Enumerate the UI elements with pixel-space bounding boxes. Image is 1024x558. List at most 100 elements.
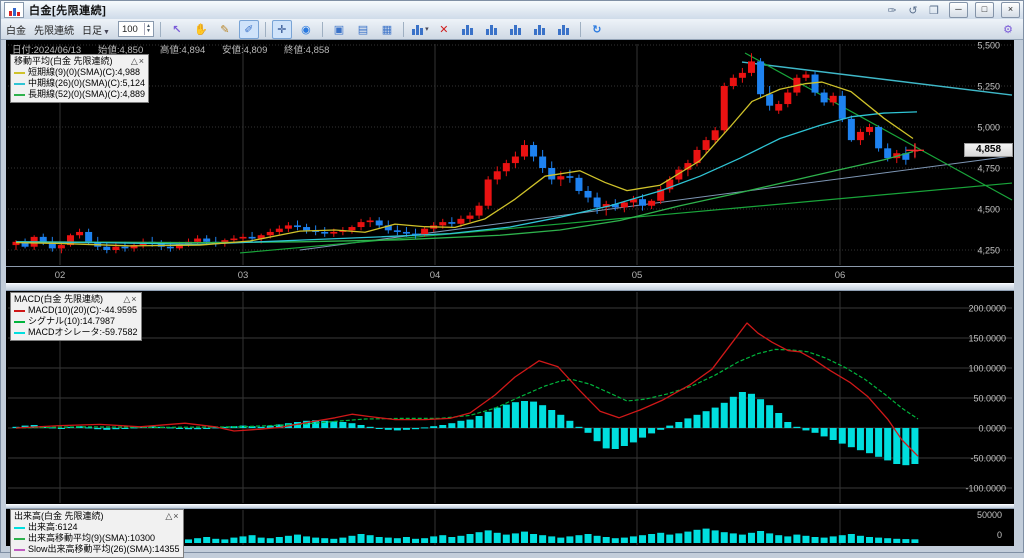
ma-long-label: 長期線(52)(0)(SMA)(C):4,889	[28, 89, 145, 100]
candle	[575, 178, 582, 191]
candle	[830, 96, 837, 103]
macd-osc-label: MACDオシレータ:-59.7582	[28, 327, 138, 338]
candle	[866, 127, 873, 132]
grid-2x2-button[interactable]: ▤	[353, 20, 373, 39]
select-tool-button[interactable]: ↖	[167, 20, 187, 39]
chevron-down-icon: ▼	[103, 29, 110, 36]
pin-icon[interactable]: ✑	[884, 4, 900, 17]
candle	[857, 132, 864, 140]
candle	[648, 201, 655, 206]
candle	[448, 222, 455, 224]
maximize-button[interactable]: □	[975, 2, 994, 18]
candle	[40, 237, 47, 242]
candle	[240, 237, 247, 239]
legend-close-button[interactable]: ×	[173, 511, 179, 521]
candle	[821, 93, 828, 103]
toolbar: 白金 先限連続 日足▼ 100 ▲▼ ↖ ✋ ✎ ✐ ✛ ◉ ▣ ▤ ▦ ▾ ✕…	[1, 19, 1023, 40]
svg-text:50.0000: 50.0000	[973, 394, 1006, 404]
candle	[439, 222, 446, 225]
legend-close-button[interactable]: ×	[139, 56, 145, 66]
svg-text:5,250: 5,250	[977, 82, 1000, 92]
candle	[730, 78, 737, 86]
candle	[784, 93, 791, 104]
compass-tool-button[interactable]: ◉	[296, 20, 316, 39]
chevron-down-icon: ▾	[425, 25, 429, 33]
chart-canvas[interactable]: 5,5005,2505,0004,7504,5004,250200.000015…	[0, 0, 1024, 553]
candle	[476, 206, 483, 216]
candle	[875, 127, 882, 148]
pan-tool-button[interactable]: ✋	[191, 20, 211, 39]
restore-layout-icon[interactable]: ↺	[905, 4, 921, 17]
candle	[566, 176, 573, 178]
candle	[194, 239, 201, 242]
candle	[585, 191, 592, 198]
remove-indicator-button[interactable]: ✕	[434, 20, 454, 39]
ma-long-swatch	[14, 94, 25, 96]
candle	[367, 220, 374, 222]
refresh-button[interactable]: ↻	[587, 20, 607, 39]
volume-ma26-label: Slow出来高移動平均(26)(SMA):14355	[28, 544, 180, 555]
legend-title: MACD(白金 先限連続)	[14, 294, 103, 305]
candle	[703, 140, 710, 150]
macd-line-swatch	[14, 310, 25, 312]
candle	[712, 130, 719, 140]
indicator-button-3[interactable]	[506, 20, 526, 39]
svg-text:4,500: 4,500	[977, 205, 1000, 215]
bar-count-spinner[interactable]: 100 ▲▼	[118, 21, 154, 37]
candle	[103, 247, 110, 250]
candle	[485, 179, 492, 205]
legend-collapse-button[interactable]: △	[131, 56, 139, 66]
pencil-tool-button[interactable]: ✎	[215, 20, 235, 39]
legend-title: 出来高(白金 先限連続)	[14, 511, 104, 522]
candle	[494, 171, 501, 179]
ma-short-swatch	[14, 72, 25, 74]
indicator-button-4[interactable]	[530, 20, 550, 39]
candle	[394, 230, 401, 232]
contract-label: 先限連続	[34, 22, 74, 37]
svg-text:50000: 50000	[977, 510, 1002, 520]
panel-splitter[interactable]	[6, 283, 1014, 291]
svg-text:4,250: 4,250	[977, 246, 1000, 256]
candle	[775, 104, 782, 111]
macd-legend: MACD(白金 先限連続)△× MACD(10)(20)(C):-44.9595…	[10, 292, 142, 341]
indicator-chart-icon	[485, 23, 498, 35]
cascade-windows-icon[interactable]: ❐	[926, 4, 942, 17]
candle	[457, 219, 464, 224]
candle	[85, 232, 92, 242]
volume-ma26-swatch	[14, 549, 25, 551]
volume-ma9-label: 出来高移動平均(9)(SMA):10300	[28, 533, 155, 544]
minimize-button[interactable]: ─	[949, 2, 968, 18]
close-button[interactable]: ×	[1001, 2, 1020, 18]
indicator-chart-icon	[533, 23, 546, 35]
indicator-button-5[interactable]	[554, 20, 574, 39]
refresh-icon: ↻	[592, 23, 601, 36]
macd-signal-label: シグナル(10):14.7987	[28, 316, 115, 327]
spinner-arrows-icon[interactable]: ▲▼	[144, 23, 152, 35]
candle	[548, 168, 555, 179]
candle	[348, 227, 355, 230]
line-draw-tool-button[interactable]: ✐	[239, 20, 259, 39]
pencil-icon: ✎	[220, 23, 229, 36]
crosshair-icon: ✛	[277, 23, 286, 36]
macd-line-label: MACD(10)(20)(C):-44.9595	[28, 305, 137, 316]
candle	[58, 245, 65, 248]
indicator-button-1[interactable]	[458, 20, 478, 39]
settings-button[interactable]: ⚙	[998, 20, 1018, 39]
indicator-button-2[interactable]	[482, 20, 502, 39]
legend-close-button[interactable]: ×	[131, 294, 137, 304]
candle	[639, 199, 646, 206]
svg-text:200.0000: 200.0000	[968, 304, 1006, 314]
candle	[121, 247, 128, 249]
macd-osc-swatch	[14, 332, 25, 334]
new-chart-panel-button[interactable]: ▣	[329, 20, 349, 39]
volume-ma9-swatch	[14, 538, 25, 540]
title-bar: 白金[先限連続] ✑ ↺ ❐ ─ □ ×	[1, 1, 1023, 20]
candle	[276, 229, 283, 232]
high-value: 高値:4,894	[160, 45, 205, 56]
window-title: 白金[先限連続]	[29, 2, 106, 18]
chart-style-dropdown-button[interactable]: ▾	[410, 20, 430, 39]
crosshair-tool-button[interactable]: ✛	[272, 20, 292, 39]
symbol-label: 白金	[6, 22, 26, 37]
timeframe-select[interactable]: 日足▼	[82, 22, 110, 37]
grid-3x3-button[interactable]: ▦	[377, 20, 397, 39]
